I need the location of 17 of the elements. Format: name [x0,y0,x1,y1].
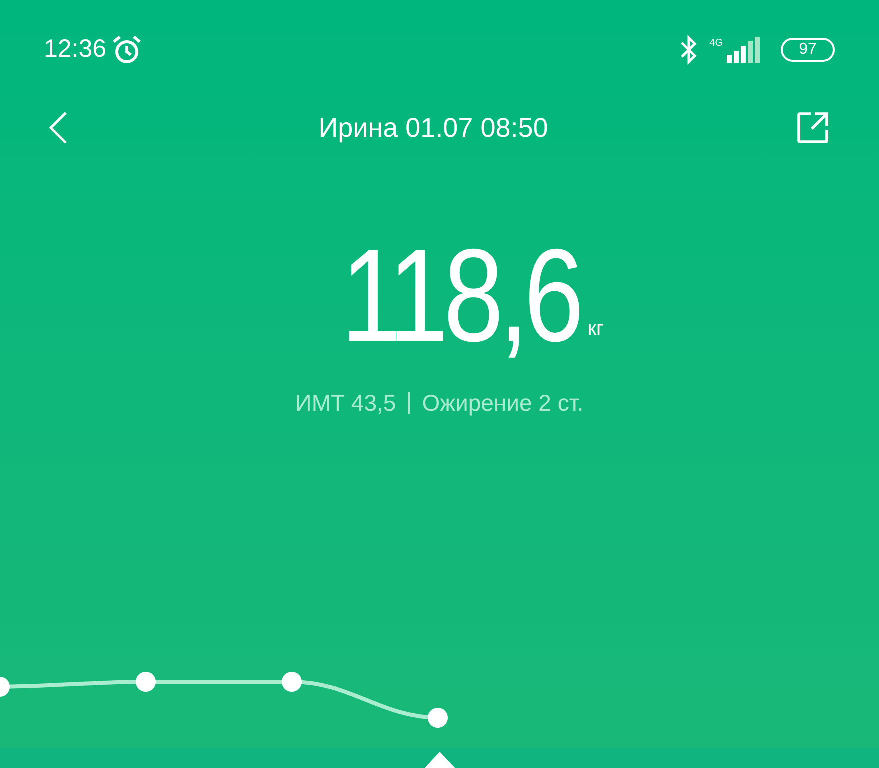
signal-icon [727,37,761,63]
pointer-icon [425,752,455,768]
alarm-icon [110,35,143,65]
bmi-value: ИМТ 43,5 [295,389,396,418]
status-time: 12:36 [44,34,107,66]
data-point[interactable] [136,672,156,692]
battery-level: 97 [781,38,835,62]
data-point[interactable] [282,672,302,692]
data-point[interactable] [0,677,10,697]
share-button[interactable] [794,110,831,146]
network-label: 4G [710,39,723,49]
bluetooth-icon [680,35,698,65]
bmi-category: Ожирение 2 ст. [422,389,584,418]
weight-unit: кг [588,317,604,342]
header-title: Ирина 01.07 08:50 [318,112,548,145]
data-point[interactable] [428,708,448,728]
weight-value: 118,6 [341,226,580,366]
